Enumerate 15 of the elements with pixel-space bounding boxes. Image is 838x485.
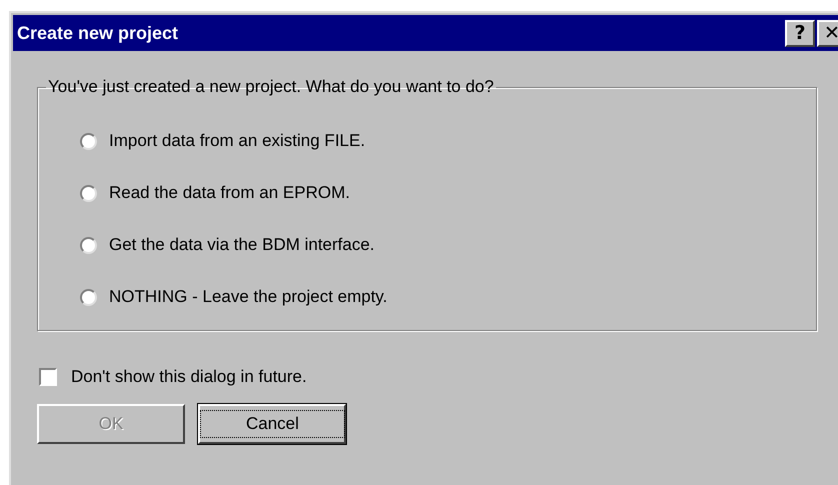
checkbox[interactable] — [39, 368, 57, 386]
radio-label[interactable]: NOTHING - Leave the project empty. — [109, 287, 388, 307]
radio-button[interactable] — [80, 184, 97, 202]
radio-button[interactable] — [80, 288, 97, 306]
window-title: Create new project — [17, 22, 178, 44]
radio-label[interactable]: Get the data via the BDM interface. — [109, 235, 375, 255]
close-button[interactable]: ✕ — [817, 20, 838, 46]
radio-button[interactable] — [80, 236, 97, 254]
help-button[interactable]: ? — [785, 20, 815, 46]
cancel-button[interactable]: Cancel — [198, 404, 346, 444]
radio-button[interactable] — [80, 132, 97, 150]
group-caption: You've just created a new project. What do you want to do? — [47, 77, 495, 97]
radio-label[interactable]: Import data from an existing FILE. — [109, 131, 366, 151]
checkbox-label[interactable]: Don't show this dialog in future. — [71, 367, 307, 387]
radio-label[interactable]: Read the data from an EPROM. — [109, 183, 350, 203]
